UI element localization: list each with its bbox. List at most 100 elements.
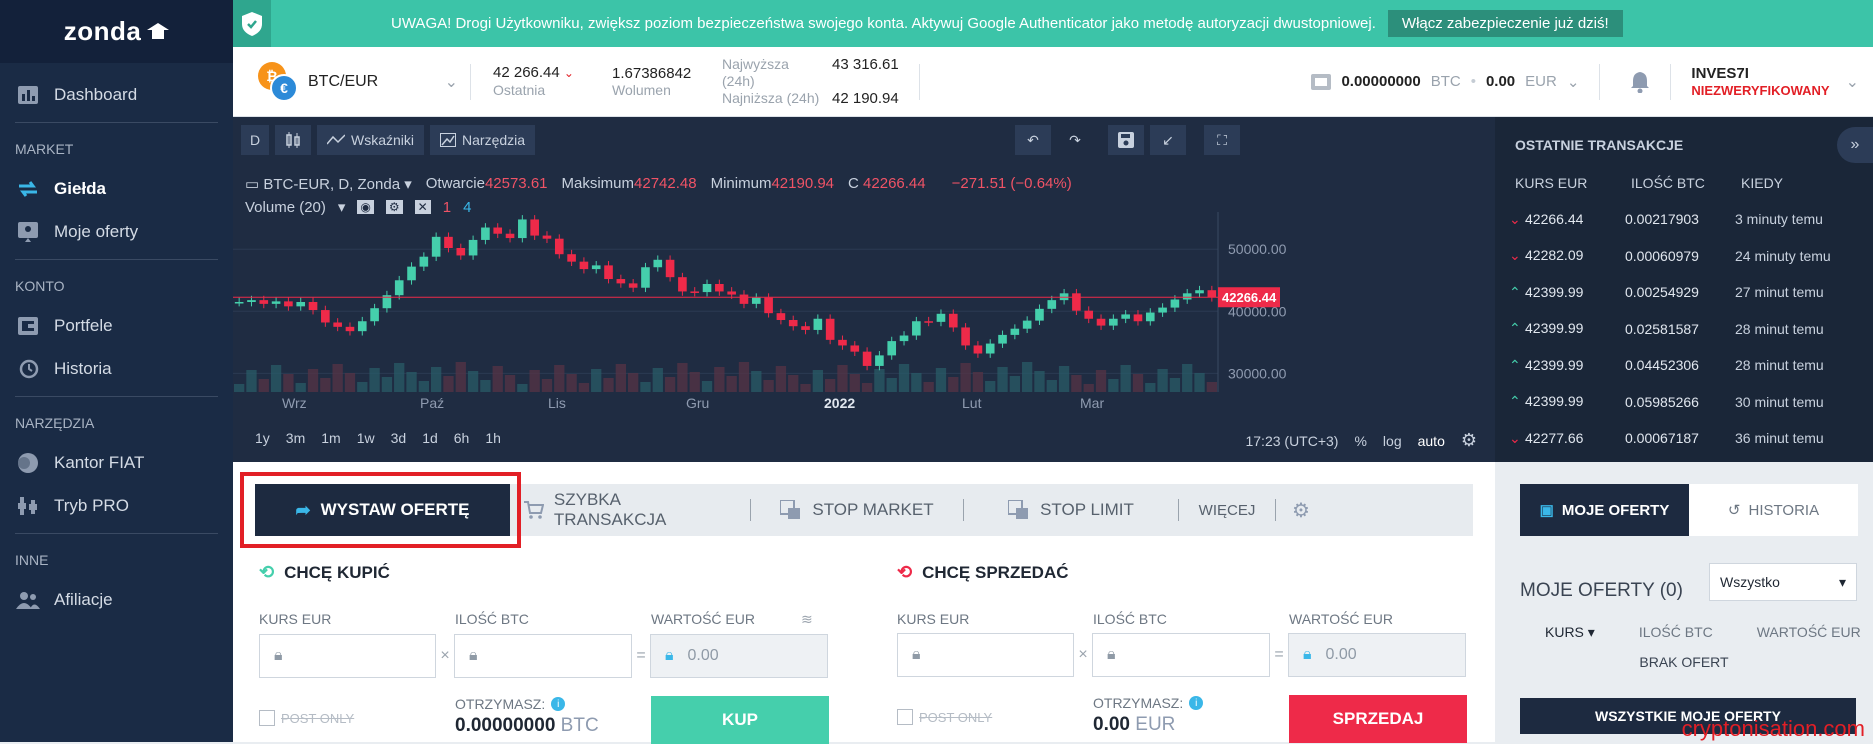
redo-button[interactable]: ↷ — [1057, 125, 1093, 155]
user-menu[interactable]: INVES7I NIEZWERYFIKOWANY — [1691, 65, 1829, 99]
info-icon[interactable]: i — [551, 697, 566, 711]
gear-icon[interactable]: ⚙ — [1461, 430, 1477, 451]
notifications-button[interactable] — [1620, 71, 1660, 93]
range-3d[interactable]: 3d — [391, 430, 407, 446]
volume-value: 1.67386842 — [612, 64, 692, 82]
sell-title-text: CHCĘ SPRZEDAĆ — [922, 562, 1069, 582]
arrow-up-icon: ⌃ — [1509, 320, 1521, 337]
info-icon[interactable]: i — [1189, 696, 1204, 710]
post-only-checkbox[interactable]: POST ONLY — [897, 709, 1093, 725]
sidebar-item-tryb-pro[interactable]: Tryb PRO — [0, 484, 233, 527]
buy-amount-input[interactable]: 🔒︎ — [454, 634, 632, 678]
buy-value-input[interactable]: 🔒︎ 0.00 — [650, 634, 828, 678]
sell-value-input[interactable]: 🔒︎ 0.00 — [1288, 633, 1466, 677]
volume-bar — [911, 373, 922, 392]
auto-toggle[interactable]: auto — [1418, 433, 1445, 449]
volume-bar — [578, 383, 590, 392]
lock-icon: 🔒︎ — [665, 647, 674, 664]
chart-footer: 17:23 (UTC+3) % log auto ⚙ — [1245, 430, 1477, 451]
range-1h[interactable]: 1h — [485, 430, 501, 446]
section-narzedzia: NARZĘDZIA — [15, 415, 95, 431]
section-market: MARKET — [15, 141, 74, 157]
trade-price-value: 42399.99 — [1525, 283, 1584, 300]
indicators-label: Wskaźniki — [351, 132, 415, 148]
filter-value: Wszystko — [1720, 574, 1780, 590]
divider — [15, 533, 218, 534]
sell-button[interactable]: SPRZEDAJ — [1289, 695, 1467, 743]
more-button[interactable]: WIĘCEJ — [1179, 484, 1275, 536]
col-rate[interactable]: KURS ▾ — [1545, 624, 1595, 641]
candle — [505, 233, 515, 239]
save-button[interactable] — [1108, 125, 1144, 155]
buy-bottom: POST ONLY OTRZYMASZ: i 0.00000000 BTC KUP — [259, 696, 849, 744]
volume-bar — [1206, 382, 1217, 392]
volume-bar — [861, 383, 873, 392]
sell-rate-input[interactable]: 🔒︎ — [897, 633, 1074, 677]
percent-toggle[interactable]: % — [1354, 433, 1366, 449]
x-tick-label: Wrz — [282, 395, 307, 411]
interval-button[interactable]: D — [241, 125, 269, 155]
tools-button[interactable]: Narzędzia — [430, 125, 536, 155]
volume-bar — [1108, 379, 1119, 392]
range-3m[interactable]: 3m — [286, 430, 305, 446]
candle — [801, 326, 810, 330]
orders-filter-select[interactable]: Wszystko ▾ — [1709, 563, 1857, 601]
checkbox — [897, 709, 913, 725]
buy-rate-input[interactable]: 🔒︎ — [259, 634, 436, 678]
divider — [1670, 63, 1672, 100]
sidebar-item-afiliacje[interactable]: Afiliacje — [0, 578, 233, 621]
pair-selector[interactable]: ₿ € BTC/EUR ⌄ — [258, 61, 458, 102]
sidebar-item-historia[interactable]: Historia — [0, 347, 233, 390]
range-6h[interactable]: 6h — [454, 430, 470, 446]
fullscreen-button[interactable]: ⛶ — [1204, 125, 1240, 155]
sidebar-item-label: Historia — [54, 358, 112, 378]
candle — [357, 321, 367, 332]
snapshot-button[interactable]: ↙ — [1150, 125, 1186, 155]
tab-stop-limit[interactable]: STOP LIMIT — [964, 484, 1178, 536]
lock-icon: 🔒︎ — [1303, 646, 1312, 663]
collapse-button[interactable]: » — [1837, 127, 1873, 163]
logo-icon — [147, 22, 170, 39]
sidebar-item-moje-oferty[interactable]: Moje oferty — [0, 210, 233, 253]
candle — [407, 266, 416, 281]
gear-icon[interactable]: ⚙ — [1276, 484, 1326, 536]
volume-bar — [640, 382, 651, 392]
logo[interactable]: zonda — [0, 0, 233, 63]
range-1w[interactable]: 1w — [357, 430, 375, 446]
receive-value: 0.00 — [1093, 714, 1130, 735]
sidebar-item-kantor[interactable]: Kantor FIAT — [0, 441, 233, 484]
enable-security-button[interactable]: Włącz zabezpieczenie już dziś! — [1387, 10, 1623, 37]
log-toggle[interactable]: log — [1383, 433, 1402, 449]
candle — [554, 238, 564, 255]
range-1d[interactable]: 1d — [422, 430, 438, 446]
range-1y[interactable]: 1y — [255, 430, 270, 446]
tab-quick-trade[interactable]: SZYBKA TRANSAKCJA — [510, 484, 750, 536]
tab-history[interactable]: ↺ HISTORIA — [1689, 484, 1858, 536]
volume-bar — [812, 370, 823, 392]
sidebar-item-dashboard[interactable]: Dashboard — [0, 73, 233, 116]
indicators-button[interactable]: Wskaźniki — [317, 125, 425, 155]
volume-bar — [948, 377, 959, 392]
sidebar-item-gielda[interactable]: Giełda — [0, 167, 233, 210]
candle-type-button[interactable] — [275, 125, 311, 155]
sell-amount-input[interactable]: 🔒︎ — [1092, 633, 1270, 677]
post-only-checkbox[interactable]: POST ONLY — [259, 710, 455, 726]
trade-row: ⌄ 42266.44 0.00217903 3 minuty temu — [1495, 201, 1873, 238]
low-value: 42 190.94 — [832, 90, 899, 107]
balance[interactable]: 0.00000000 BTC • 0.00 EUR ⌄ — [1311, 73, 1579, 91]
undo-button[interactable]: ↶ — [1015, 125, 1051, 155]
candle — [308, 302, 318, 311]
buy-button[interactable]: KUP — [651, 696, 829, 744]
range-1m[interactable]: 1m — [321, 430, 340, 446]
pair-coins: ₿ € — [258, 61, 298, 102]
tab-stop-market[interactable]: STOP MARKET — [751, 484, 963, 536]
sidebar-item-portfele[interactable]: Portfele — [0, 304, 233, 347]
candle — [813, 318, 823, 330]
candle — [394, 280, 404, 296]
candle — [899, 335, 909, 342]
eur-icon: € — [270, 73, 298, 102]
tab-my-orders[interactable]: ▣ MOJE OFERTY — [1520, 484, 1689, 536]
y-tick-label: 50000.00 — [1228, 241, 1287, 257]
price-chart[interactable]: D Wskaźniki Narzędzia ↶ ↷ ↙ ⛶ ▭ BTC-EUR,… — [233, 117, 1495, 462]
buy-title-text: CHCĘ KUPIĆ — [284, 562, 390, 582]
